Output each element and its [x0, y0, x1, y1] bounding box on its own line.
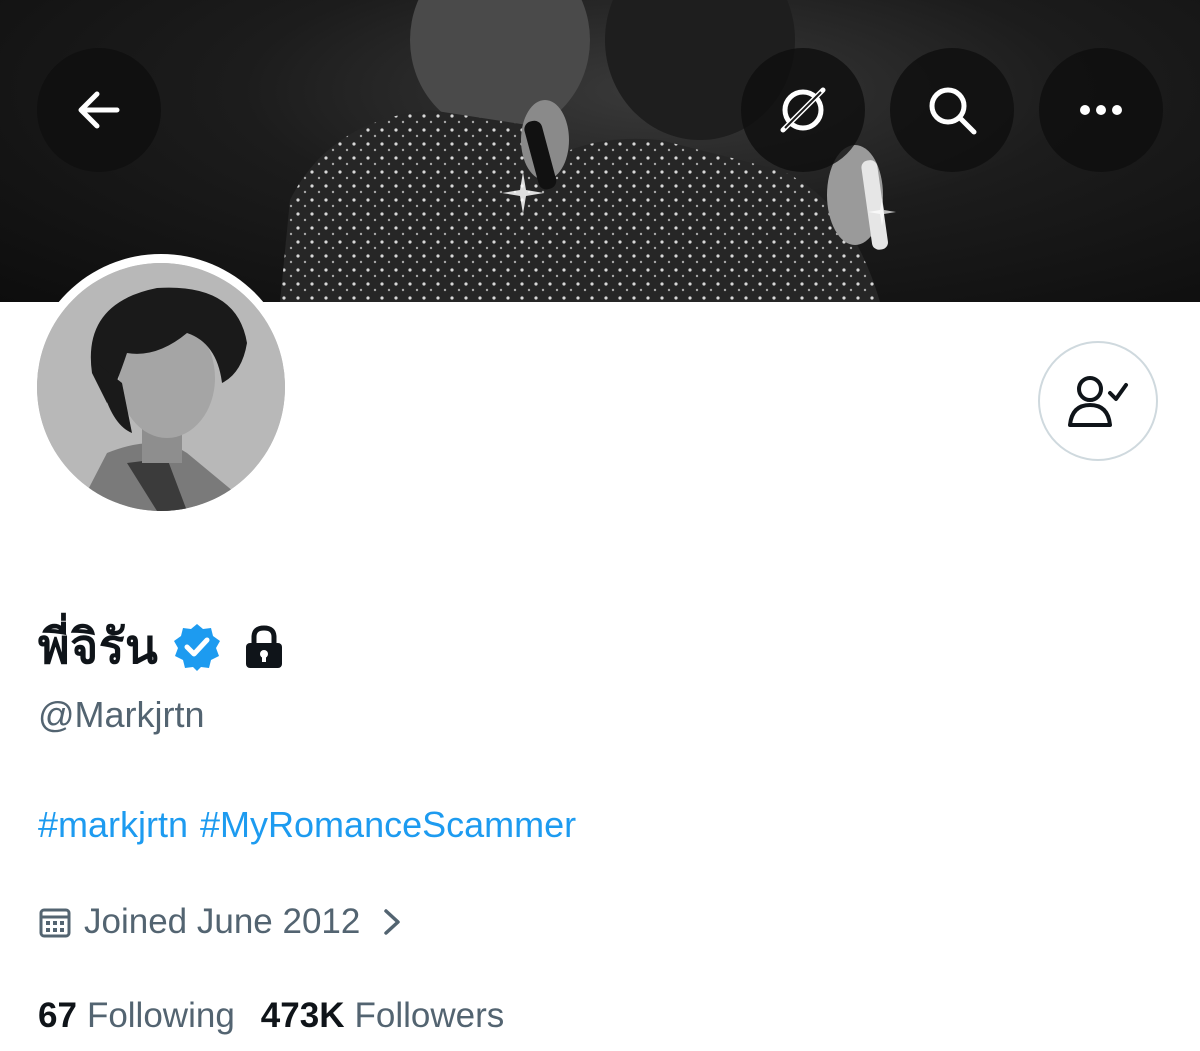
arrow-left-icon [78, 91, 120, 129]
more-button[interactable] [1039, 48, 1163, 172]
chevron-right-icon [384, 909, 401, 935]
following-count: 67 [38, 996, 77, 1035]
search-button[interactable] [890, 48, 1014, 172]
display-name: พี่จิรัน [38, 621, 159, 674]
joined-text: Joined June 2012 [84, 902, 361, 941]
hashtag-link[interactable]: #markjrtn [38, 804, 188, 845]
followers-link[interactable]: 473K Followers [261, 996, 504, 1036]
verified-badge-icon[interactable] [172, 622, 222, 672]
grok-icon [780, 87, 826, 133]
profile-stats: 67 Following 473K Followers [38, 996, 504, 1036]
back-button[interactable] [37, 48, 161, 172]
hashtag-link[interactable]: #MyRomanceScammer [200, 804, 576, 845]
following-button[interactable] [1038, 341, 1158, 461]
bio: #markjrtn #MyRomanceScammer [38, 804, 588, 846]
followers-label: Followers [354, 996, 505, 1035]
joined-date[interactable]: Joined June 2012 [38, 898, 404, 946]
user-check-icon [1068, 376, 1128, 427]
calendar-icon [39, 908, 71, 938]
avatar[interactable] [37, 263, 285, 511]
lock-icon [246, 625, 283, 668]
name-row: พี่จิรัน [38, 614, 286, 680]
user-handle: @Markjrtn [38, 694, 205, 735]
followers-count: 473K [260, 996, 345, 1035]
following-label: Following [86, 996, 235, 1035]
following-link[interactable]: 67 Following [38, 996, 235, 1036]
more-dots-icon [1080, 105, 1122, 115]
grok-button[interactable] [741, 48, 865, 172]
avatar-image [37, 263, 285, 511]
search-icon [929, 87, 977, 135]
